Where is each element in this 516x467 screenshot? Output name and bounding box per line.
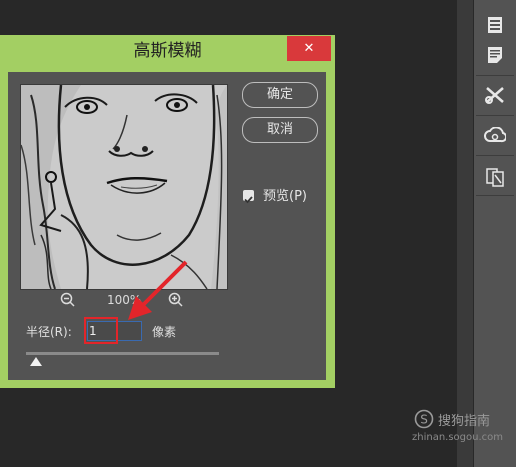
watermark-brand: 搜狗指南	[438, 414, 491, 429]
svg-text:S: S	[420, 413, 428, 427]
watermark-url: zhinan.sogou.com	[412, 432, 504, 443]
sogou-logo-icon: S	[414, 409, 434, 429]
annotation-arrow	[128, 260, 188, 320]
